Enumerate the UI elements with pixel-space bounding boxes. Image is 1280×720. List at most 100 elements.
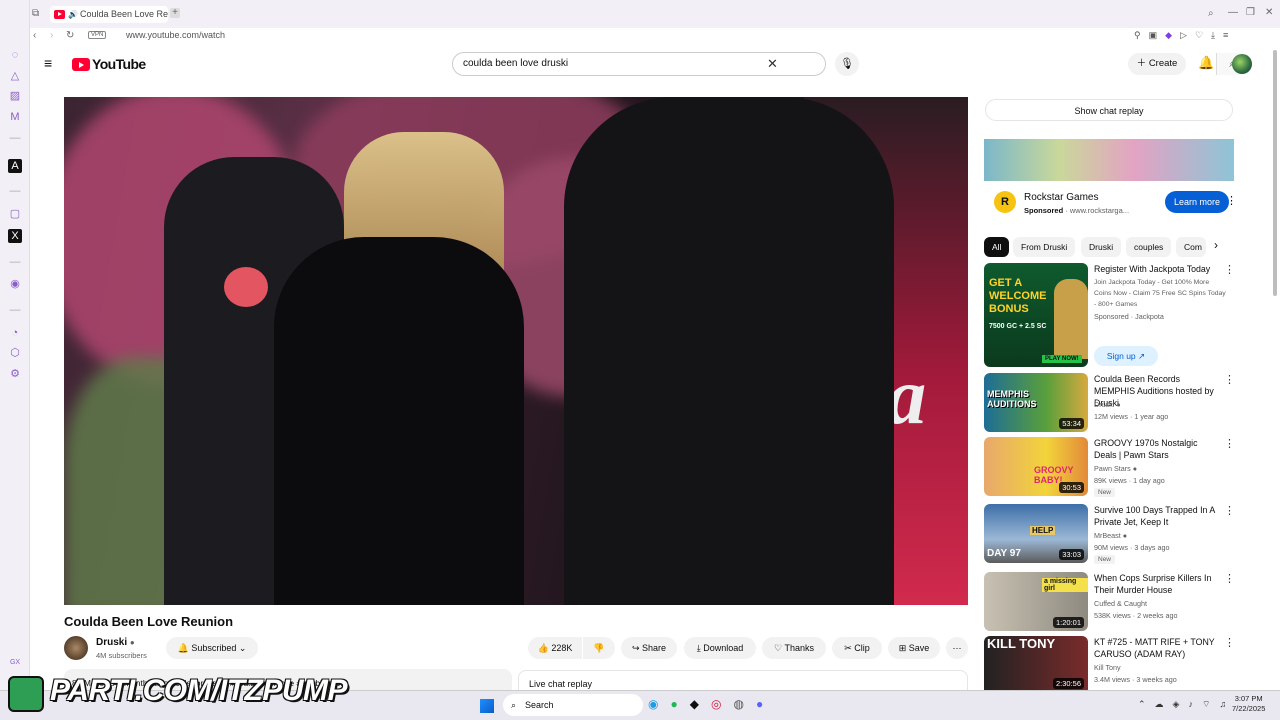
bookmark-icon[interactable]: ⬡ bbox=[8, 346, 22, 360]
start-icon[interactable] bbox=[480, 699, 494, 713]
shield-icon[interactable]: ◆ bbox=[1165, 30, 1180, 40]
mail-icon[interactable]: M bbox=[8, 110, 22, 124]
list-item[interactable]: GROOVY BABY! 30:53 GROOVY 1970s Nostalgi… bbox=[984, 437, 1235, 499]
aria-icon[interactable]: △ bbox=[8, 69, 22, 83]
discord-icon[interactable]: ● bbox=[756, 697, 775, 711]
tab-manager-icon[interactable]: ⧉ bbox=[32, 8, 39, 20]
vpn-badge[interactable]: VPN bbox=[88, 31, 107, 39]
share-icon: ↪ bbox=[631, 643, 640, 653]
thanks-button[interactable]: ♡ Thanks bbox=[762, 637, 826, 659]
learn-more-button[interactable]: Learn more bbox=[1165, 191, 1229, 213]
more-icon[interactable]: ⋮ bbox=[1224, 636, 1234, 649]
channel-avatar[interactable] bbox=[64, 636, 88, 660]
maximize-icon[interactable]: ❐ bbox=[1246, 7, 1255, 19]
voice-search-button[interactable]: 🎙 bbox=[835, 52, 859, 76]
save-button[interactable]: ⊞ Save bbox=[888, 637, 940, 659]
chip-comedy[interactable]: Com bbox=[1176, 237, 1206, 257]
list-item[interactable]: KILL TONY 2:30:56 KT #725 - MATT RIFE + … bbox=[984, 636, 1234, 690]
more-icon[interactable]: ⋮ bbox=[1224, 504, 1235, 517]
clip-button[interactable]: ✂ Clip bbox=[832, 637, 882, 659]
extension-icon[interactable]: ▨ bbox=[8, 89, 22, 103]
snapshot-icon[interactable]: ▣ bbox=[1149, 30, 1166, 40]
opera-gx-icon[interactable]: ◎ bbox=[711, 697, 733, 711]
more-icon[interactable]: ⋮ bbox=[1224, 572, 1235, 585]
more-actions-button[interactable]: ⋯ bbox=[946, 637, 968, 659]
list-item[interactable]: GET A WELCOME BONUS 7500 GC + 2.5 SC PLA… bbox=[984, 263, 1235, 368]
menu-icon[interactable]: ≡ bbox=[1223, 30, 1236, 40]
list-item[interactable]: a missing girl 1:20:01 When Cops Surpris… bbox=[984, 572, 1235, 634]
share-button[interactable]: ↪ Share bbox=[621, 637, 677, 659]
wifi-icon[interactable]: ⌔ bbox=[1202, 699, 1219, 709]
more-icon[interactable]: ⋮ bbox=[1224, 263, 1235, 276]
list-item[interactable]: HELP DAY 97 33:03 Survive 100 Days Trapp… bbox=[984, 504, 1235, 566]
page-scrollbar[interactable] bbox=[1273, 50, 1277, 296]
settings-icon[interactable]: ⚙ bbox=[8, 367, 22, 381]
thumbnail: MEMPHIS AUDITIONS 53:34 bbox=[984, 373, 1088, 432]
sidebar-more-icon[interactable]: GX bbox=[8, 656, 22, 670]
list-item[interactable]: MEMPHIS AUDITIONS 53:34 Coulda Been Reco… bbox=[984, 373, 1235, 435]
extension-icons: ⚲▣◆▷♡⤓≡ bbox=[1134, 30, 1236, 41]
twitch-icon[interactable]: ▢ bbox=[8, 207, 22, 221]
pin-icon[interactable]: ⚲ bbox=[1134, 30, 1149, 40]
chip-couples[interactable]: couples bbox=[1126, 237, 1172, 257]
url-field[interactable]: www.youtube.com/watch bbox=[126, 30, 225, 40]
notifications-bell-icon[interactable]: 🔔 bbox=[1198, 55, 1214, 71]
taskbar-apps: ◉●◆◎◍● bbox=[648, 697, 775, 711]
player-icon[interactable]: ◉ bbox=[8, 277, 22, 291]
chip-druski[interactable]: Druski bbox=[1081, 237, 1122, 257]
save-label: Save bbox=[908, 643, 930, 653]
chrome-icon[interactable]: ◍ bbox=[733, 697, 755, 711]
minimize-icon[interactable]: — bbox=[1228, 7, 1238, 19]
chip-all[interactable]: All bbox=[984, 237, 1010, 257]
more-icon[interactable]: ⋮ bbox=[1224, 437, 1235, 450]
x-icon[interactable]: X bbox=[8, 229, 22, 243]
shield-tray-icon[interactable]: ◈ bbox=[1173, 699, 1189, 709]
forward-icon[interactable]: › bbox=[50, 30, 53, 42]
close-icon[interactable]: ✕ bbox=[1265, 7, 1273, 19]
ad-more-icon[interactable]: ⋮ bbox=[1226, 194, 1237, 207]
taskbar-search[interactable]: ⌕ Search bbox=[503, 694, 643, 716]
show-chat-replay-button[interactable]: Show chat replay bbox=[985, 99, 1233, 121]
spotify-icon[interactable]: ● bbox=[670, 697, 689, 711]
tab-active[interactable]: 🔊 Coulda Been Love Re bbox=[50, 6, 168, 23]
new-tab-icon[interactable]: + bbox=[170, 8, 180, 18]
messenger-icon[interactable]: ◌ bbox=[8, 48, 22, 62]
dislike-button[interactable]: 👎 bbox=[583, 637, 615, 659]
subscribed-button[interactable]: 🔔 Subscribed ⌄ bbox=[166, 637, 258, 659]
create-button[interactable]: ＋ Create bbox=[1128, 53, 1186, 75]
play-icon[interactable]: ▷ bbox=[1180, 30, 1195, 40]
search-tabs-icon[interactable]: ⌕ bbox=[1208, 8, 1214, 20]
youtube-logo-icon[interactable] bbox=[72, 58, 90, 71]
like-button[interactable]: 👍 228K bbox=[528, 637, 582, 659]
apps-icon[interactable]: A bbox=[8, 159, 22, 173]
ad-card[interactable]: R Rockstar Games Sponsored · www.rocksta… bbox=[984, 139, 1237, 227]
clear-search-icon[interactable]: ✕ bbox=[767, 53, 778, 75]
channel-name-text: Druski bbox=[1094, 400, 1115, 409]
chips-next-icon[interactable]: › bbox=[1214, 238, 1218, 252]
taskbar-clock[interactable]: 3:07 PM 7/22/2025 bbox=[1232, 694, 1265, 714]
heart-icon[interactable]: ♡ bbox=[1195, 30, 1211, 40]
chevron-up-icon[interactable]: ⌃ bbox=[1138, 699, 1155, 709]
youtube-logo-text[interactable]: YouTube bbox=[92, 56, 146, 72]
more-icon[interactable]: ⋮ bbox=[1224, 373, 1235, 386]
reload-icon[interactable]: ↻ bbox=[66, 30, 74, 42]
speaker-icon[interactable]: 🔊 bbox=[68, 6, 78, 23]
hamburger-menu-icon[interactable]: ≡ bbox=[44, 56, 52, 70]
video-player[interactable]: lda bbox=[64, 97, 968, 605]
sign-up-button[interactable]: Sign up ↗ bbox=[1094, 346, 1158, 366]
video-meta: 89K views · 1 day ago bbox=[1094, 476, 1165, 485]
channel-name[interactable]: Druski ● bbox=[96, 637, 135, 648]
search-input[interactable]: coulda been love druski ✕ ⌕ bbox=[452, 52, 1248, 76]
thanks-icon: ♡ bbox=[774, 643, 783, 653]
mic-tray-icon[interactable]: ♪ bbox=[1188, 699, 1202, 709]
edge-icon[interactable]: ◉ bbox=[648, 697, 670, 711]
avatar[interactable] bbox=[1232, 54, 1252, 74]
back-icon[interactable]: ‹ bbox=[33, 30, 36, 42]
cloud-icon[interactable]: ☁ bbox=[1155, 699, 1173, 709]
download-icon[interactable]: ⤓ bbox=[1211, 30, 1223, 40]
chip-from-druski[interactable]: From Druski bbox=[1013, 237, 1076, 257]
video-meta: 3.4M views · 3 weeks ago bbox=[1094, 675, 1177, 684]
history-icon[interactable]: ◔ bbox=[8, 326, 22, 340]
roblox-icon[interactable]: ◆ bbox=[690, 697, 711, 711]
download-button[interactable]: ⤓ Download bbox=[684, 637, 756, 659]
